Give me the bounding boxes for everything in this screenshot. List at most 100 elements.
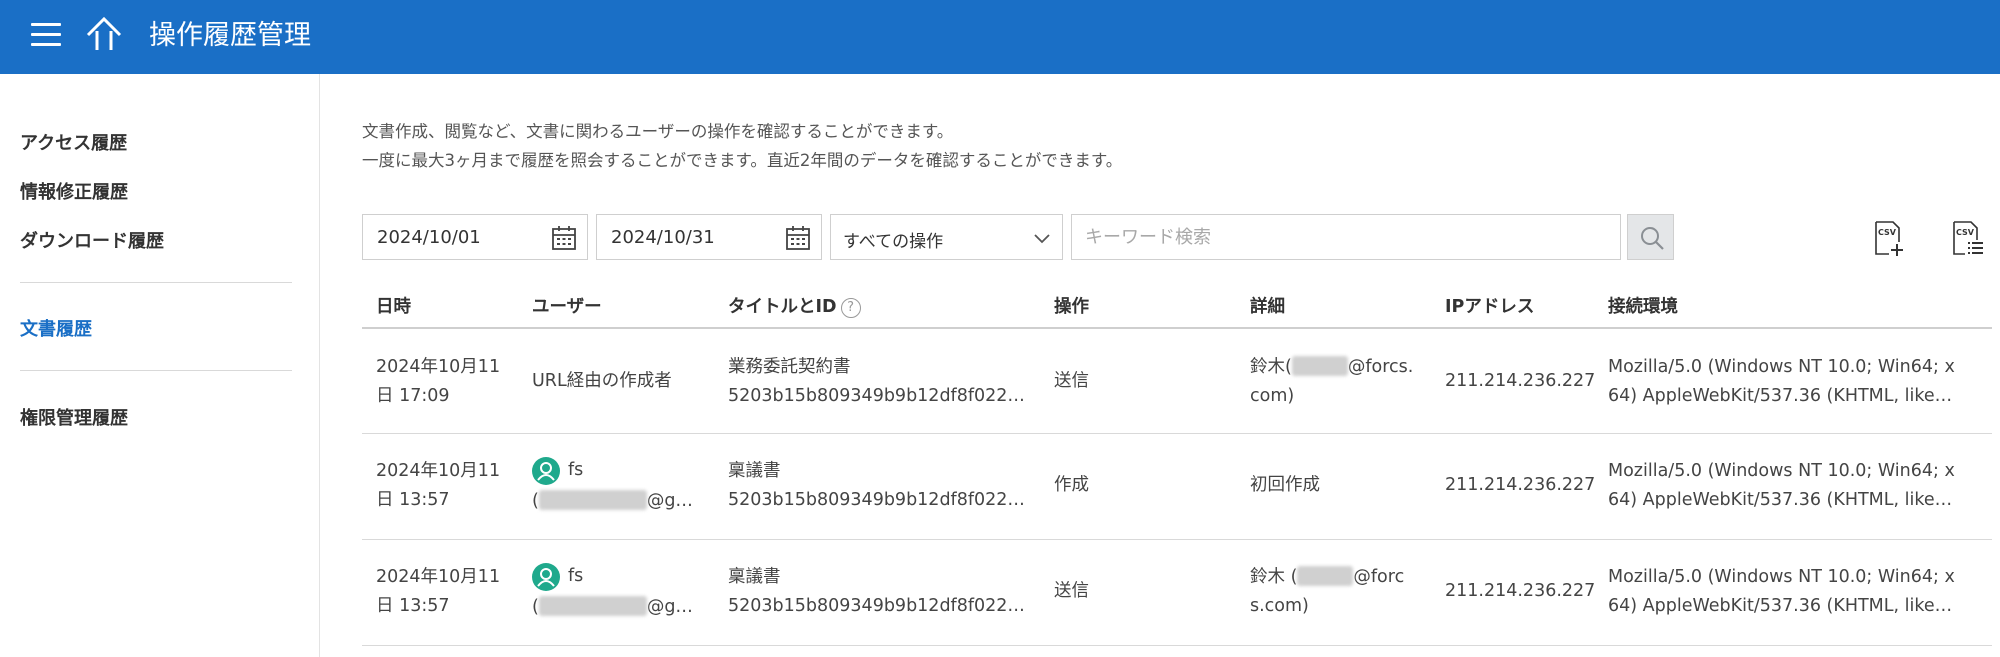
redacted-text (538, 490, 647, 510)
datetime-line-1: 2024年10月11 (376, 461, 501, 481)
document-title: 稟議書 (728, 567, 781, 587)
home-icon[interactable] (84, 16, 124, 52)
environment-line-2: 64) AppleWebKit/537.36 (KHTML, like… (1608, 596, 1953, 616)
description-line-1: 文書作成、閲覧など、文書に関わるユーザーの操作を確認することができます。 (362, 122, 954, 141)
detail-text: com) (1250, 386, 1295, 406)
document-id: 5203b15b809349b9b12df8f022… (728, 386, 1025, 406)
sidebar-item-document-history[interactable]: 文書履歴 (20, 315, 92, 341)
user-avatar-icon (532, 563, 560, 591)
sidebar-divider (20, 282, 292, 283)
document-id: 5203b15b809349b9b12df8f022… (728, 490, 1025, 510)
keyword-search-input[interactable] (1072, 215, 1620, 259)
column-header-title-id[interactable]: タイトルとID? (728, 293, 861, 318)
column-header-operation[interactable]: 操作 (1054, 293, 1089, 318)
calendar-icon[interactable] (551, 225, 577, 251)
document-id: 5203b15b809349b9b12df8f022… (728, 596, 1025, 616)
app-title: 操作履歴管理 (149, 20, 311, 51)
keyword-search-field[interactable] (1071, 214, 1621, 260)
detail-text: @forcs. (1347, 357, 1414, 377)
csv-list-icon: CSV (1953, 221, 1983, 255)
datetime-cell: 2024年10月11 日 13:57 (376, 457, 500, 515)
table-header: 日時 ユーザー タイトルとID? 操作 詳細 IPアドレス 接続環境 (362, 281, 1992, 329)
table-row[interactable]: 2024年10月11 日 17:09 URL経由の作成者 業務委託契約書 520… (362, 331, 1992, 434)
ip-cell: 211.214.236.227 (1445, 475, 1596, 495)
chevron-down-icon (1034, 234, 1050, 244)
redacted-text (1297, 566, 1354, 586)
menu-icon[interactable] (31, 22, 61, 48)
environment-cell: Mozilla/5.0 (Windows NT 10.0; Win64; x 6… (1608, 457, 1988, 515)
sidebar-item-access-history[interactable]: アクセス履歴 (20, 129, 127, 155)
datetime-line-1: 2024年10月11 (376, 567, 501, 587)
search-button[interactable] (1627, 214, 1674, 260)
end-date-value: 2024/10/31 (611, 227, 715, 248)
detail-text: 鈴木( (1250, 357, 1292, 377)
user-email: ( @g… (532, 593, 702, 622)
datetime-cell: 2024年10月11 日 17:09 (376, 353, 500, 411)
svg-text:CSV: CSV (1956, 228, 1975, 237)
sidebar-item-permission-history[interactable]: 権限管理履歴 (20, 404, 128, 430)
environment-cell: Mozilla/5.0 (Windows NT 10.0; Win64; x 6… (1608, 563, 1988, 621)
user-email-text: ( (532, 491, 539, 511)
environment-line-2: 64) AppleWebKit/537.36 (KHTML, like… (1608, 490, 1953, 510)
top-bar: 操作履歴管理 (0, 0, 2000, 74)
operation-cell: 送信 (1054, 371, 1089, 391)
detail-text: 鈴木 ( (1250, 567, 1298, 587)
redacted-text (1291, 356, 1348, 376)
title-id-cell[interactable]: 稟議書 5203b15b809349b9b12df8f022… (728, 563, 1028, 621)
sidebar-item-download-history[interactable]: ダウンロード履歴 (20, 227, 164, 253)
user-email: ( @g… (532, 487, 702, 516)
document-title: 業務委託契約書 (728, 357, 851, 377)
ip-cell: 211.214.236.227 (1445, 371, 1596, 391)
detail-cell: 初回作成 (1250, 475, 1320, 495)
user-name: fs (568, 566, 584, 586)
operation-select-value: すべての操作 (843, 232, 944, 252)
environment-line-1: Mozilla/5.0 (Windows NT 10.0; Win64; x (1608, 461, 1955, 481)
datetime-line-2: 日 17:09 (376, 386, 450, 406)
operation-select[interactable]: すべての操作 (830, 214, 1063, 260)
redacted-text (538, 596, 647, 616)
datetime-cell: 2024年10月11 日 13:57 (376, 563, 500, 621)
main-content: 文書作成、閲覧など、文書に関わるユーザーの操作を確認することができます。 一度に… (321, 74, 2000, 657)
column-header-environment[interactable]: 接続環境 (1608, 293, 1678, 318)
user-email-text: @g… (646, 491, 693, 511)
user-email-text: ( (532, 597, 539, 617)
detail-text: @forc (1353, 567, 1405, 587)
sidebar-divider (20, 370, 292, 371)
start-date-field[interactable]: 2024/10/01 (362, 214, 588, 260)
end-date-field[interactable]: 2024/10/31 (596, 214, 822, 260)
sidebar-item-info-edit-history[interactable]: 情報修正履歴 (20, 178, 128, 204)
datetime-line-2: 日 13:57 (376, 490, 450, 510)
user-name: fs (568, 460, 584, 480)
environment-cell: Mozilla/5.0 (Windows NT 10.0; Win64; x 6… (1608, 353, 1988, 411)
detail-text: s.com) (1250, 596, 1309, 616)
calendar-icon[interactable] (785, 225, 811, 251)
table-row[interactable]: 2024年10月11 日 13:57 fs ( @g… 稟議書 5203b15b8… (362, 434, 1992, 540)
title-id-cell[interactable]: 業務委託契約書 5203b15b809349b9b12df8f022… (728, 353, 1028, 411)
description-line-2: 一度に最大3ヶ月まで履歴を照会することができます。直近2年間のデータを確認するこ… (362, 151, 1123, 170)
start-date-value: 2024/10/01 (377, 227, 481, 248)
environment-line-1: Mozilla/5.0 (Windows NT 10.0; Win64; x (1608, 357, 1955, 377)
operation-cell: 作成 (1054, 475, 1089, 495)
column-header-datetime[interactable]: 日時 (376, 293, 411, 318)
ip-cell: 211.214.236.227 (1445, 581, 1596, 601)
column-header-user[interactable]: ユーザー (532, 293, 602, 318)
environment-line-2: 64) AppleWebKit/537.36 (KHTML, like… (1608, 386, 1953, 406)
user-email-text: @g… (646, 597, 693, 617)
search-icon (1641, 227, 1664, 250)
sidebar: アクセス履歴 情報修正履歴 ダウンロード履歴 文書履歴 権限管理履歴 (0, 74, 320, 657)
datetime-line-2: 日 13:57 (376, 596, 450, 616)
csv-add-button[interactable]: CSV (1873, 220, 1907, 258)
datetime-line-1: 2024年10月11 (376, 357, 501, 377)
column-header-ip-address[interactable]: IPアドレス (1445, 293, 1534, 318)
environment-line-1: Mozilla/5.0 (Windows NT 10.0; Win64; x (1608, 567, 1955, 587)
csv-add-icon: CSV (1875, 221, 1903, 256)
table-row[interactable]: 2024年10月11 日 13:57 fs ( @g… 稟議書 5203b15b8… (362, 540, 1992, 646)
operation-cell: 送信 (1054, 581, 1089, 601)
help-icon[interactable]: ? (840, 298, 861, 318)
csv-list-button[interactable]: CSV (1951, 220, 1985, 258)
column-header-detail[interactable]: 詳細 (1250, 293, 1285, 318)
detail-cell: 鈴木 ( @forc s.com) (1250, 563, 1430, 621)
title-id-cell[interactable]: 稟議書 5203b15b809349b9b12df8f022… (728, 457, 1028, 515)
svg-text:CSV: CSV (1878, 228, 1897, 237)
detail-cell: 鈴木( @forcs. com) (1250, 353, 1430, 411)
